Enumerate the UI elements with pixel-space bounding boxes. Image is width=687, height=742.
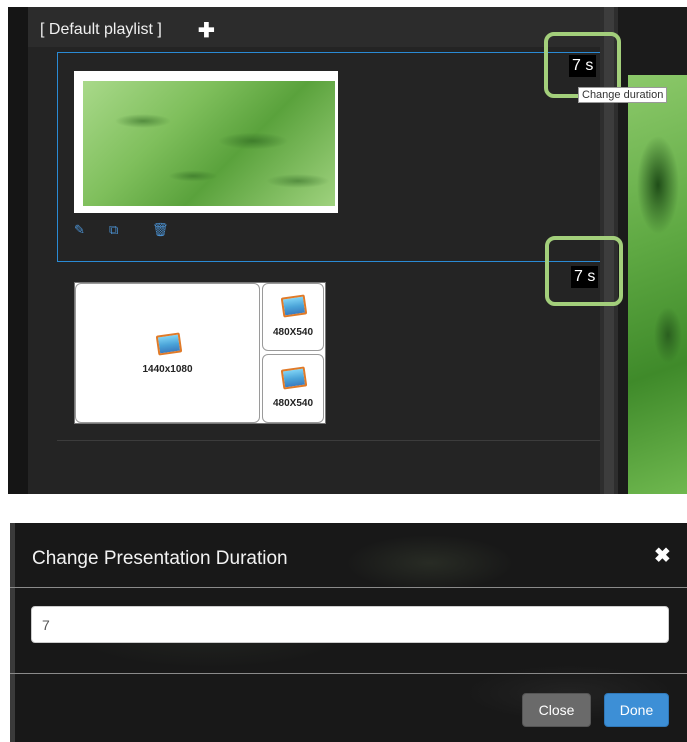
close-icon[interactable]: ✖ <box>654 543 671 568</box>
preview-image <box>628 75 687 494</box>
playlist-screenshot: [ Default playlist ] ✚ ✎ ⧉ 🗑 1440x1080 4… <box>8 7 687 494</box>
trash-icon[interactable]: 🗑 <box>152 222 169 238</box>
divider <box>10 673 687 674</box>
leaves-image <box>83 81 335 206</box>
duplicate-icon[interactable]: ⧉ <box>109 222 118 238</box>
plus-icon[interactable]: ✚ <box>198 18 215 43</box>
layout-zone-bottom-right[interactable]: 480X540 <box>262 354 324 423</box>
image-icon <box>280 366 308 390</box>
dialog-title: Change Presentation Duration <box>32 548 288 569</box>
image-icon <box>155 332 183 356</box>
duration-input[interactable] <box>31 606 669 643</box>
slide-layout-thumbnail[interactable]: 1440x1080 480X540 480X540 <box>74 282 326 424</box>
done-button[interactable]: Done <box>604 693 669 727</box>
zone-size-label: 480X540 <box>272 327 314 338</box>
layout-zone-top-right[interactable]: 480X540 <box>262 283 324 351</box>
playlist-title: [ Default playlist ] <box>40 21 162 38</box>
duration-badge[interactable]: 7 s <box>569 55 597 77</box>
close-button[interactable]: Close <box>522 693 591 727</box>
tooltip: Change duration <box>578 87 668 103</box>
image-icon <box>280 294 308 318</box>
edit-icon[interactable]: ✎ <box>74 222 85 238</box>
playlist-panel: [ Default playlist ] ✚ ✎ ⧉ 🗑 1440x1080 4… <box>28 7 615 494</box>
slide-thumbnail[interactable] <box>74 71 338 213</box>
dialog-edge <box>10 523 15 742</box>
duration-badge[interactable]: 7 s <box>571 266 599 288</box>
divider <box>57 440 615 441</box>
layout-zone-main[interactable]: 1440x1080 <box>75 283 260 423</box>
change-duration-dialog: Change Presentation Duration ✖ Close Don… <box>10 523 687 742</box>
left-edge <box>8 7 28 494</box>
zone-size-label: 1440x1080 <box>142 364 193 375</box>
zone-size-label: 480X540 <box>272 398 314 409</box>
divider <box>10 587 687 588</box>
playlist-header: [ Default playlist ] ✚ <box>28 7 600 47</box>
